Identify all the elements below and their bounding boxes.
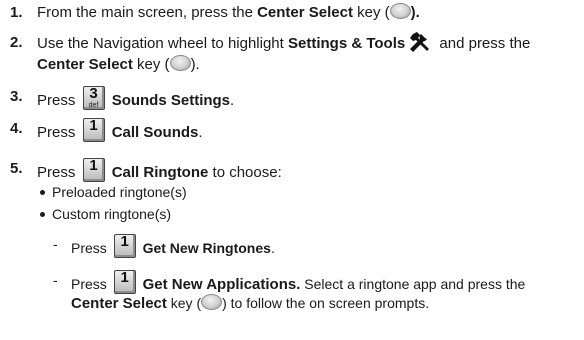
step-number: 5.	[10, 160, 23, 177]
step-text: From the main screen, press the Center S…	[37, 3, 420, 21]
keypad-1-key-icon: 1	[82, 158, 105, 182]
bullet-icon	[40, 190, 45, 195]
bullet-icon	[40, 212, 45, 217]
center-select-key-icon	[389, 3, 411, 19]
keypad-1-key-icon: 1	[82, 118, 105, 142]
keypad-3-key-icon: 3 def	[82, 86, 105, 110]
keypad-1-key-icon: 1	[113, 270, 136, 294]
step-text: Use the Navigation wheel to highlight Se…	[37, 32, 576, 54]
step-text: Press 1 Call Ringtone to choose:	[37, 157, 282, 182]
step-number: 1.	[10, 4, 23, 21]
step-number: 3.	[10, 88, 23, 105]
step-number: 2.	[10, 34, 23, 51]
keypad-1-key-icon: 1	[113, 234, 136, 258]
settings-tools-icon	[410, 32, 430, 52]
step-text: Press 3 def Sounds Settings.	[37, 85, 235, 110]
step-text: Press 1 Call Sounds.	[37, 117, 203, 142]
step-number: 4.	[10, 120, 23, 137]
center-select-key-icon	[169, 55, 191, 71]
center-select-key-icon	[201, 294, 223, 310]
